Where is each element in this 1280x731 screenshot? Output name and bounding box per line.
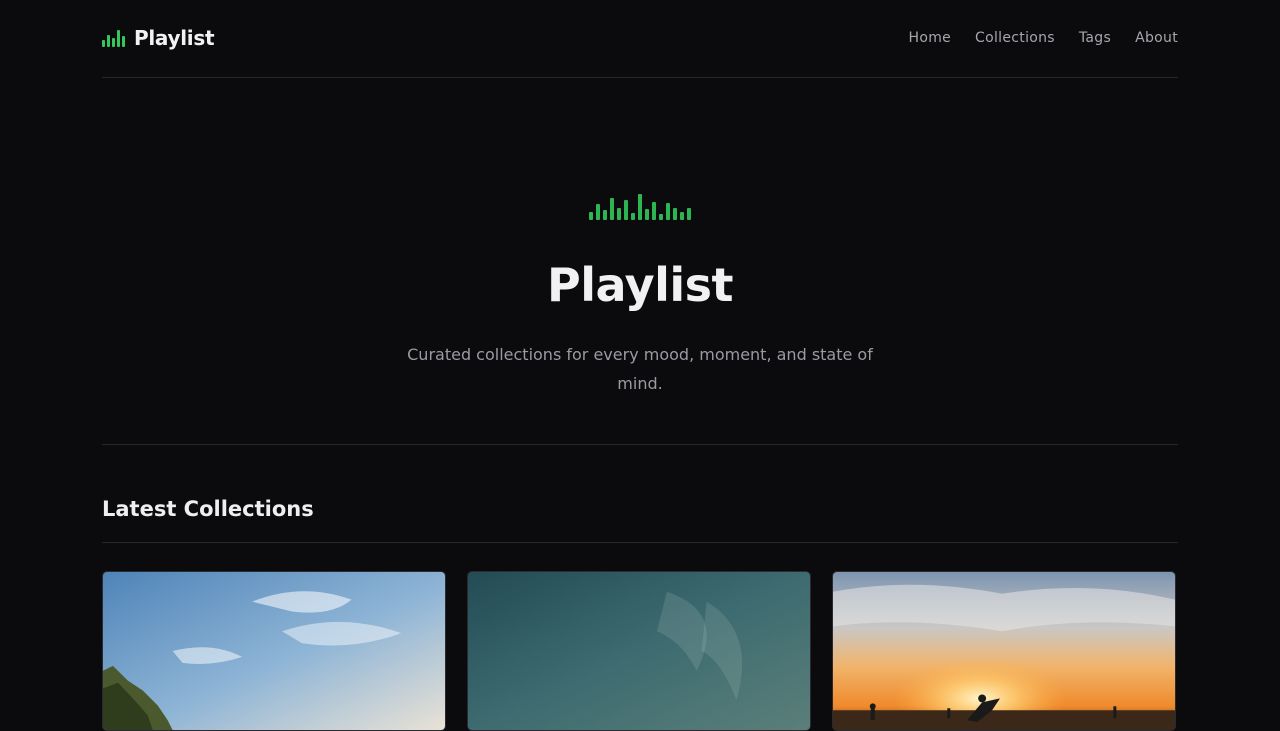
main-nav: Home Collections Tags About <box>909 30 1179 46</box>
collection-card[interactable] <box>832 571 1176 731</box>
latest-collections-header: Latest Collections <box>102 445 1178 543</box>
site-header: Playlist Home Collections Tags About <box>102 0 1178 78</box>
hero-section: Playlist Curated collections for every m… <box>102 78 1178 445</box>
hero-title: Playlist <box>547 258 734 312</box>
logo-text: Playlist <box>134 26 215 50</box>
section-title: Latest Collections <box>102 497 314 521</box>
nav-tags[interactable]: Tags <box>1079 30 1111 46</box>
nav-about[interactable]: About <box>1135 30 1178 46</box>
collection-card[interactable] <box>467 571 811 731</box>
teal-sky-photo <box>468 572 810 730</box>
sky-cliff-photo <box>103 572 445 730</box>
hero-subtitle: Curated collections for every mood, mome… <box>407 345 873 393</box>
nav-home[interactable]: Home <box>909 30 952 46</box>
collection-card[interactable] <box>102 571 446 731</box>
waveform-icon <box>589 192 691 220</box>
site-logo[interactable]: Playlist <box>102 26 215 50</box>
nav-collections[interactable]: Collections <box>975 30 1055 46</box>
beach-sunset-photo <box>833 572 1175 730</box>
equalizer-icon <box>102 29 125 47</box>
collection-grid <box>102 571 1178 731</box>
